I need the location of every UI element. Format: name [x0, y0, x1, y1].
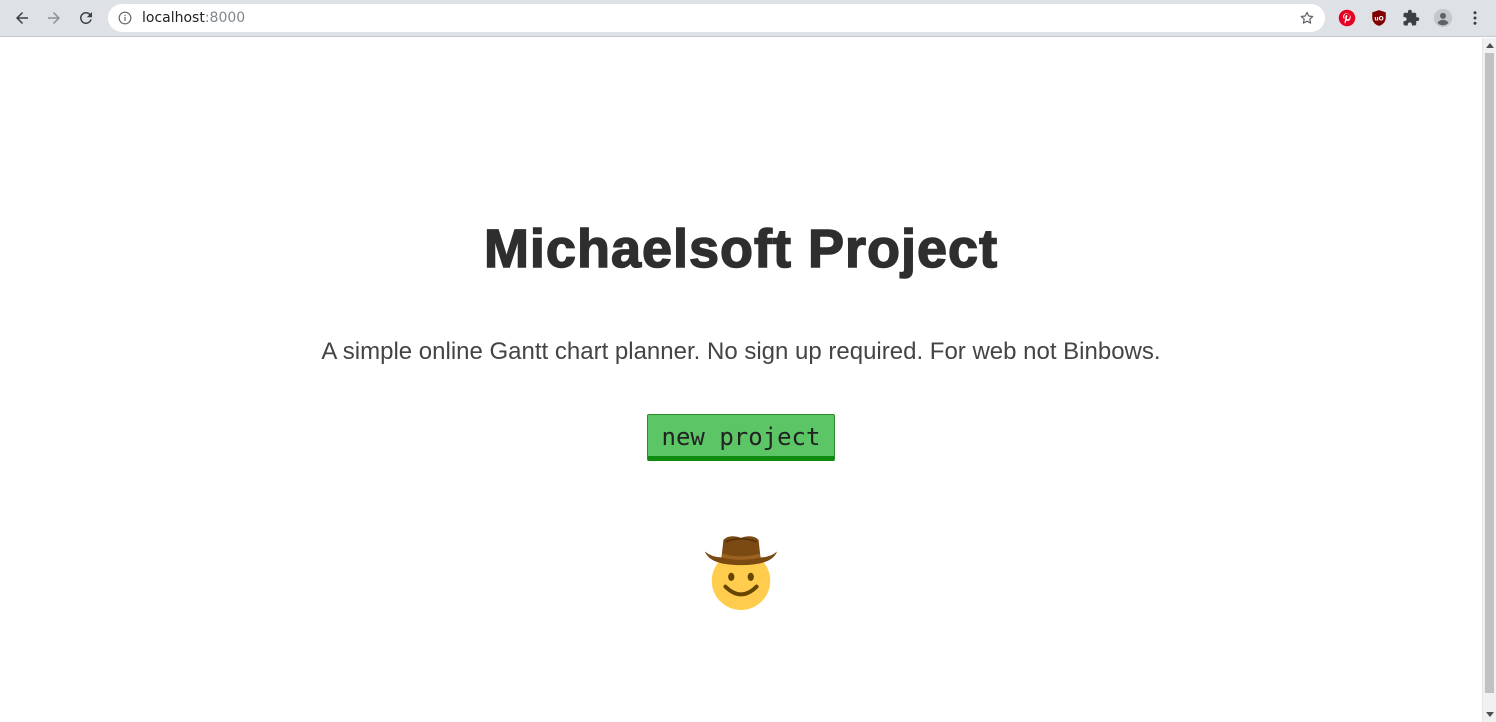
svg-text:uO: uO [1374, 15, 1383, 22]
tagline: A simple online Gantt chart planner. No … [321, 338, 1161, 365]
back-button[interactable] [10, 6, 34, 30]
info-icon[interactable] [118, 11, 132, 25]
puzzle-icon [1403, 9, 1420, 26]
new-project-button[interactable]: new project [647, 414, 835, 461]
page-title: Michaelsoft Project [483, 218, 999, 280]
arrow-left-icon [16, 12, 28, 24]
pinterest-extension[interactable] [1338, 9, 1356, 27]
browser-menu-button[interactable] [1466, 9, 1484, 27]
url-host: localhost [142, 10, 205, 26]
ublock-extension[interactable]: uO [1370, 9, 1388, 27]
address-bar[interactable]: localhost:8000 [108, 4, 1325, 32]
pinterest-icon [1338, 9, 1356, 27]
scrollbar-thumb[interactable] [1485, 53, 1494, 693]
profile-button[interactable] [1433, 8, 1453, 28]
scroll-down-arrow[interactable] [1486, 712, 1494, 717]
reload-icon [79, 11, 92, 24]
arrow-right-icon [48, 12, 60, 24]
url-text[interactable]: localhost:8000 [142, 10, 245, 26]
page-viewport: Michaelsoft Project A simple online Gant… [0, 38, 1482, 722]
extensions-button[interactable] [1402, 9, 1420, 27]
url-port: :8000 [204, 10, 246, 26]
ublock-icon: uO [1372, 10, 1386, 26]
star-icon[interactable] [1299, 10, 1315, 26]
scroll-up-arrow[interactable] [1486, 43, 1494, 48]
browser-toolbar: localhost:8000 uO [0, 0, 1496, 37]
profile-icon [1433, 8, 1453, 28]
kebab-menu-icon [1473, 11, 1477, 25]
reload-button[interactable] [74, 6, 98, 30]
vertical-scrollbar[interactable] [1482, 38, 1496, 722]
forward-button[interactable] [42, 6, 66, 30]
cowboy-face-icon [704, 536, 778, 610]
